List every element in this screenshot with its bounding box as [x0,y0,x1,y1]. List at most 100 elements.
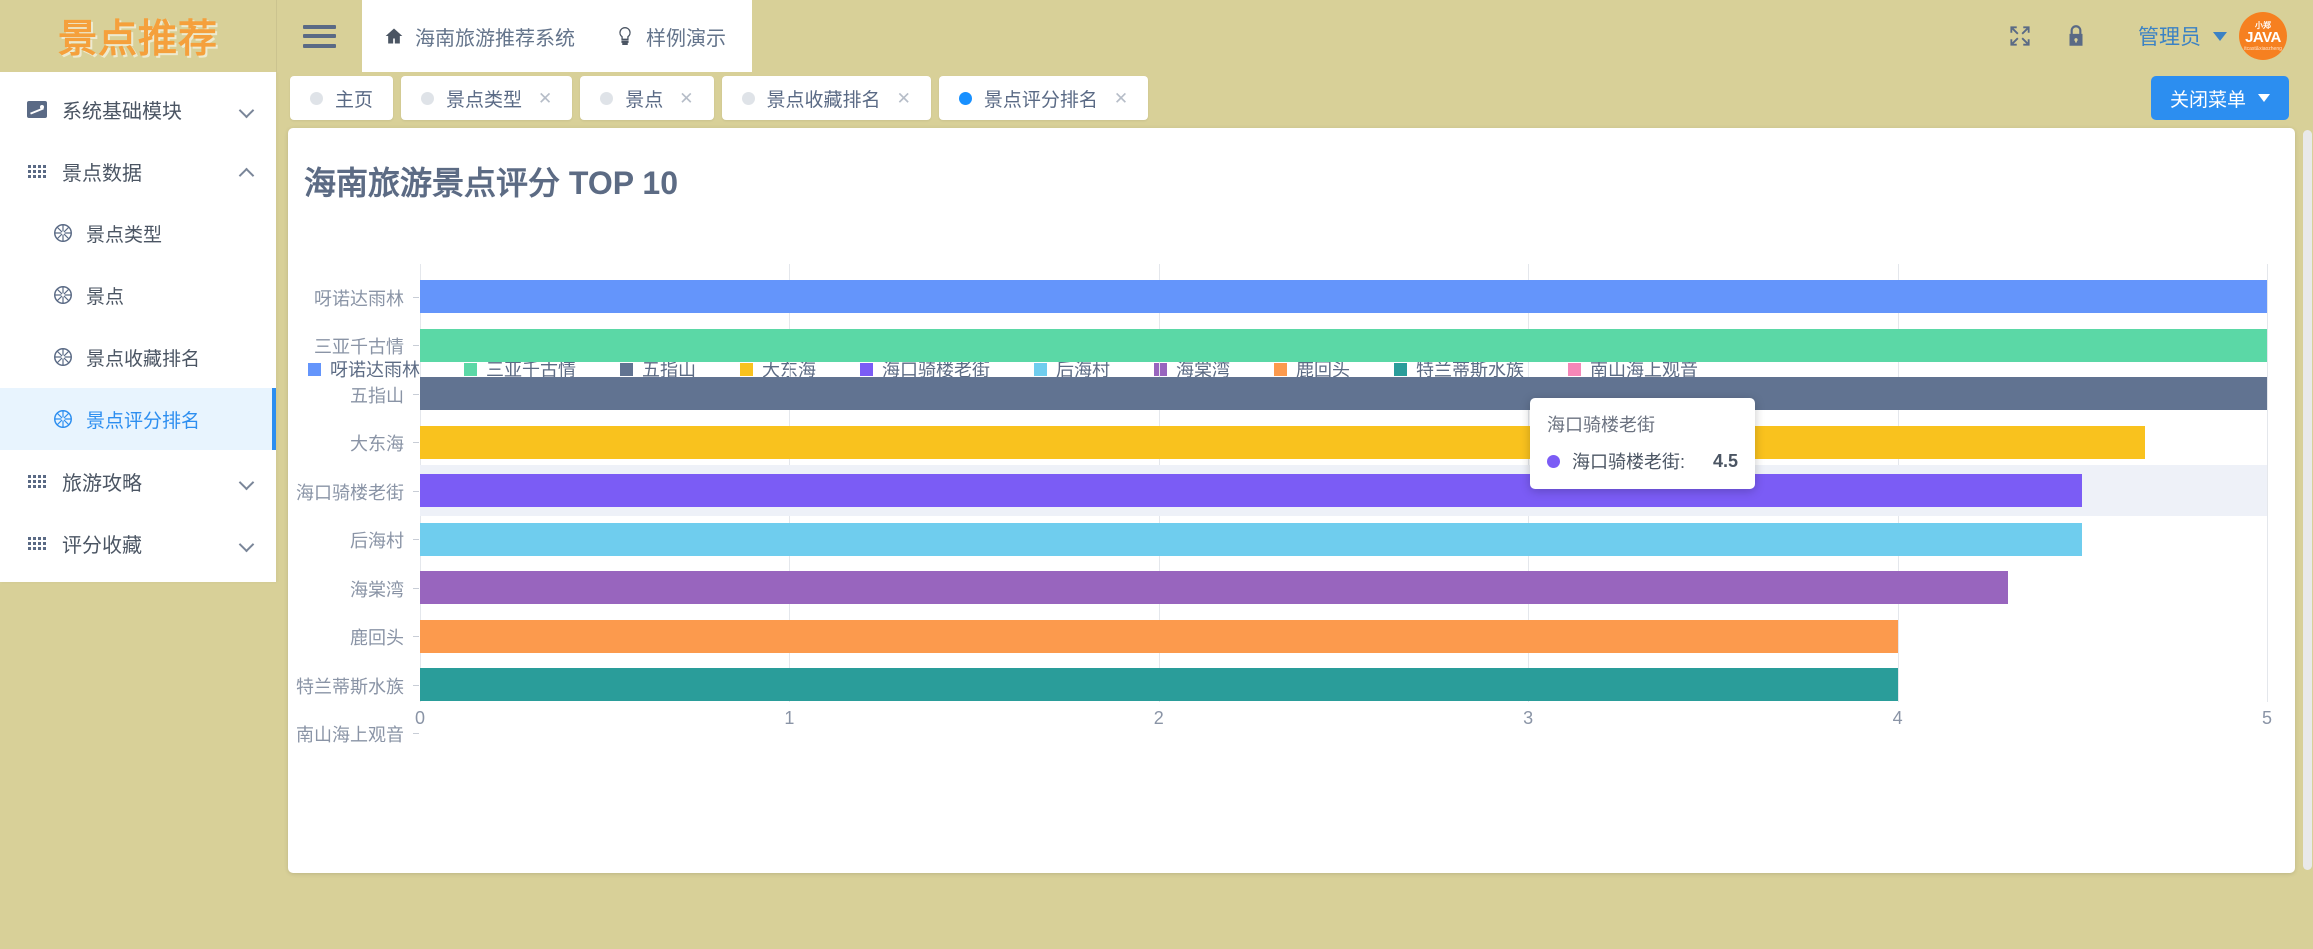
legend-swatch [620,362,633,376]
user-menu[interactable]: 管理员 小郑 JAVA itcast&xiaozheng [2104,12,2287,60]
close-icon[interactable]: ✕ [679,90,693,107]
header-nav: 海南旅游推荐系统 样例演示 [362,0,752,72]
legend-swatch [1034,362,1047,376]
legend-item[interactable]: 海口骑楼老街 [860,356,990,382]
y-axis-tick [413,733,419,734]
grid-icon [26,536,48,550]
y-axis-tick [413,684,419,686]
close-icon[interactable]: ✕ [538,90,552,107]
grid-line [789,264,791,702]
chart-legend: 呀诺达雨林 三亚千古情 五指山 大东海 海口骑楼老街 后海村 海棠湾 鹿回头 特兰蒂斯水族 南山海… [308,356,1742,382]
avatar[interactable]: 小郑 JAVA itcast&xiaozheng [2239,12,2287,60]
sidebar-group-scenic-data[interactable]: 景点数据 [0,140,276,202]
user-name: 管理员 [2138,26,2201,49]
sidebar-group-score-favorite[interactable]: 评分收藏 [0,512,276,574]
logo-text: 景点推荐 [57,17,218,62]
hamburger-icon[interactable] [276,0,362,72]
legend-item[interactable]: 三亚千古情 [464,356,576,382]
app-header: 景点推荐 海南旅游推荐系统 样例演示 管理员 小郑 JAVA itcast&xi… [0,0,2313,72]
hamburger-icon-glyph [302,24,336,48]
legend-label: 鹿回头 [1296,360,1350,380]
tab-list: 主页 景点类型 ✕ 景点 ✕ 景点收藏排名 ✕ 景点评分排名 ✕ [290,76,2151,120]
tab-score-rank-label: 景点评分排名 [983,89,1098,111]
close-icon[interactable]: ✕ [897,90,911,107]
tab-status-dot [600,91,614,105]
tab-home[interactable]: 主页 [290,76,394,120]
page-title: 海南旅游景点评分 TOP 10 [304,165,679,201]
bar[interactable] [420,619,1898,653]
home-icon [385,28,403,44]
close-icon[interactable]: ✕ [1114,90,1128,107]
bar[interactable] [420,571,2009,604]
legend-item[interactable]: 鹿回头 [1274,356,1350,382]
bar[interactable] [420,668,1898,701]
grid-icon [26,474,48,488]
chevron-down-icon [240,105,254,114]
sidebar-group-travel-guide[interactable]: 旅游攻略 [0,450,276,512]
header-spacer [752,0,1992,72]
chevron-down-icon [2258,94,2270,102]
legend-swatch [1394,362,1407,376]
y-axis-tick-label: 鹿回头 [350,628,404,648]
sidebar-item-scenic-type[interactable]: 景点类型 [0,202,276,264]
x-axis-tick-label: 1 [784,708,795,728]
sidebar-item-scenic[interactable]: 景点 [0,264,276,326]
legend-item[interactable]: 特兰蒂斯水族 [1394,356,1524,382]
y-axis-tick [413,393,419,395]
bar[interactable] [420,280,2267,313]
y-axis-tick-label: 特兰蒂斯水族 [296,676,404,697]
vertical-scrollbar[interactable] [2303,130,2312,870]
sidebar-group-system-label: 系统基础模块 [62,100,182,123]
legend-swatch [1154,362,1167,376]
bar[interactable] [420,425,2146,459]
bar[interactable] [420,522,2083,556]
tab-scenic-type[interactable]: 景点类型 ✕ [401,76,573,120]
tab-scenic[interactable]: 景点 ✕ [580,76,714,120]
y-axis-tick-label: 大东海 [350,434,404,454]
avatar-bottom-text: itcast&xiaozheng [2244,45,2282,52]
aperture-icon [54,224,72,242]
y-axis-tick-label: 呀诺达雨林 [314,288,404,309]
legend-item[interactable]: 后海村 [1034,356,1110,382]
legend-item[interactable]: 五指山 [620,356,696,382]
lock-icon[interactable] [2048,0,2104,72]
sidebar-item-scenic-label: 景点 [86,286,125,308]
bar[interactable] [420,474,2083,507]
sidebar-item-favorite-rank-label: 景点收藏排名 [86,348,201,370]
tab-status-dot [741,91,755,105]
chevron-up-icon [240,167,254,176]
nav-item-demo[interactable]: 样例演示 [615,22,726,51]
close-menu-button[interactable]: 关闭菜单 [2150,76,2289,120]
sidebar-group-travel-guide-label: 旅游攻略 [62,472,142,495]
sidebar-group-score-favorite-label: 评分收藏 [62,534,142,557]
tooltip-series-name: 海口骑楼老街: [1572,452,1686,472]
legend-item[interactable]: 海棠湾 [1154,356,1230,382]
y-axis-tick [413,539,419,540]
sidebar-menu: 系统基础模块 景点数据 景点类型 景点 景点收藏排名 景点评分排名 旅游攻略 评… [0,72,276,582]
tooltip-row: 海口骑楼老街: 4.5 [1547,448,1738,474]
sidebar-item-score-rank-label: 景点评分排名 [86,410,201,432]
tab-score-rank[interactable]: 景点评分排名 ✕ [938,76,1149,120]
aperture-icon [54,410,72,428]
legend-item[interactable]: 呀诺达雨林 [308,356,420,382]
fullscreen-icon-glyph [2010,26,2030,46]
nav-item-home-label: 海南旅游推荐系统 [415,27,575,50]
y-axis-tick-label: 五指山 [350,385,404,406]
tab-favorite-rank[interactable]: 景点收藏排名 ✕ [721,76,931,120]
tooltip-series-value: 4.5 [1713,450,1739,471]
legend-item[interactable]: 南山海上观音 [1568,356,1698,382]
chart-card: 海南旅游景点评分 TOP 10 呀诺达雨林 三亚千古情 五指山 大东海 海口骑楼老街 后海… [288,128,2295,873]
fullscreen-icon[interactable] [1992,0,2048,72]
sidebar-group-system[interactable]: 系统基础模块 [0,78,276,140]
logo[interactable]: 景点推荐 [0,0,276,72]
chevron-down-icon [2213,31,2227,41]
sidebar-item-favorite-rank[interactable]: 景点收藏排名 [0,326,276,388]
grid-line [2267,264,2268,702]
chevron-down-icon [240,477,254,486]
legend-label: 呀诺达雨林 [330,360,420,380]
sidebar-item-score-rank[interactable]: 景点评分排名 [0,388,276,450]
nav-item-home[interactable]: 海南旅游推荐系统 [384,22,575,51]
legend-label: 南山海上观音 [1590,360,1698,380]
legend-item[interactable]: 大东海 [740,356,816,382]
tab-favorite-rank-label: 景点收藏排名 [766,89,881,111]
